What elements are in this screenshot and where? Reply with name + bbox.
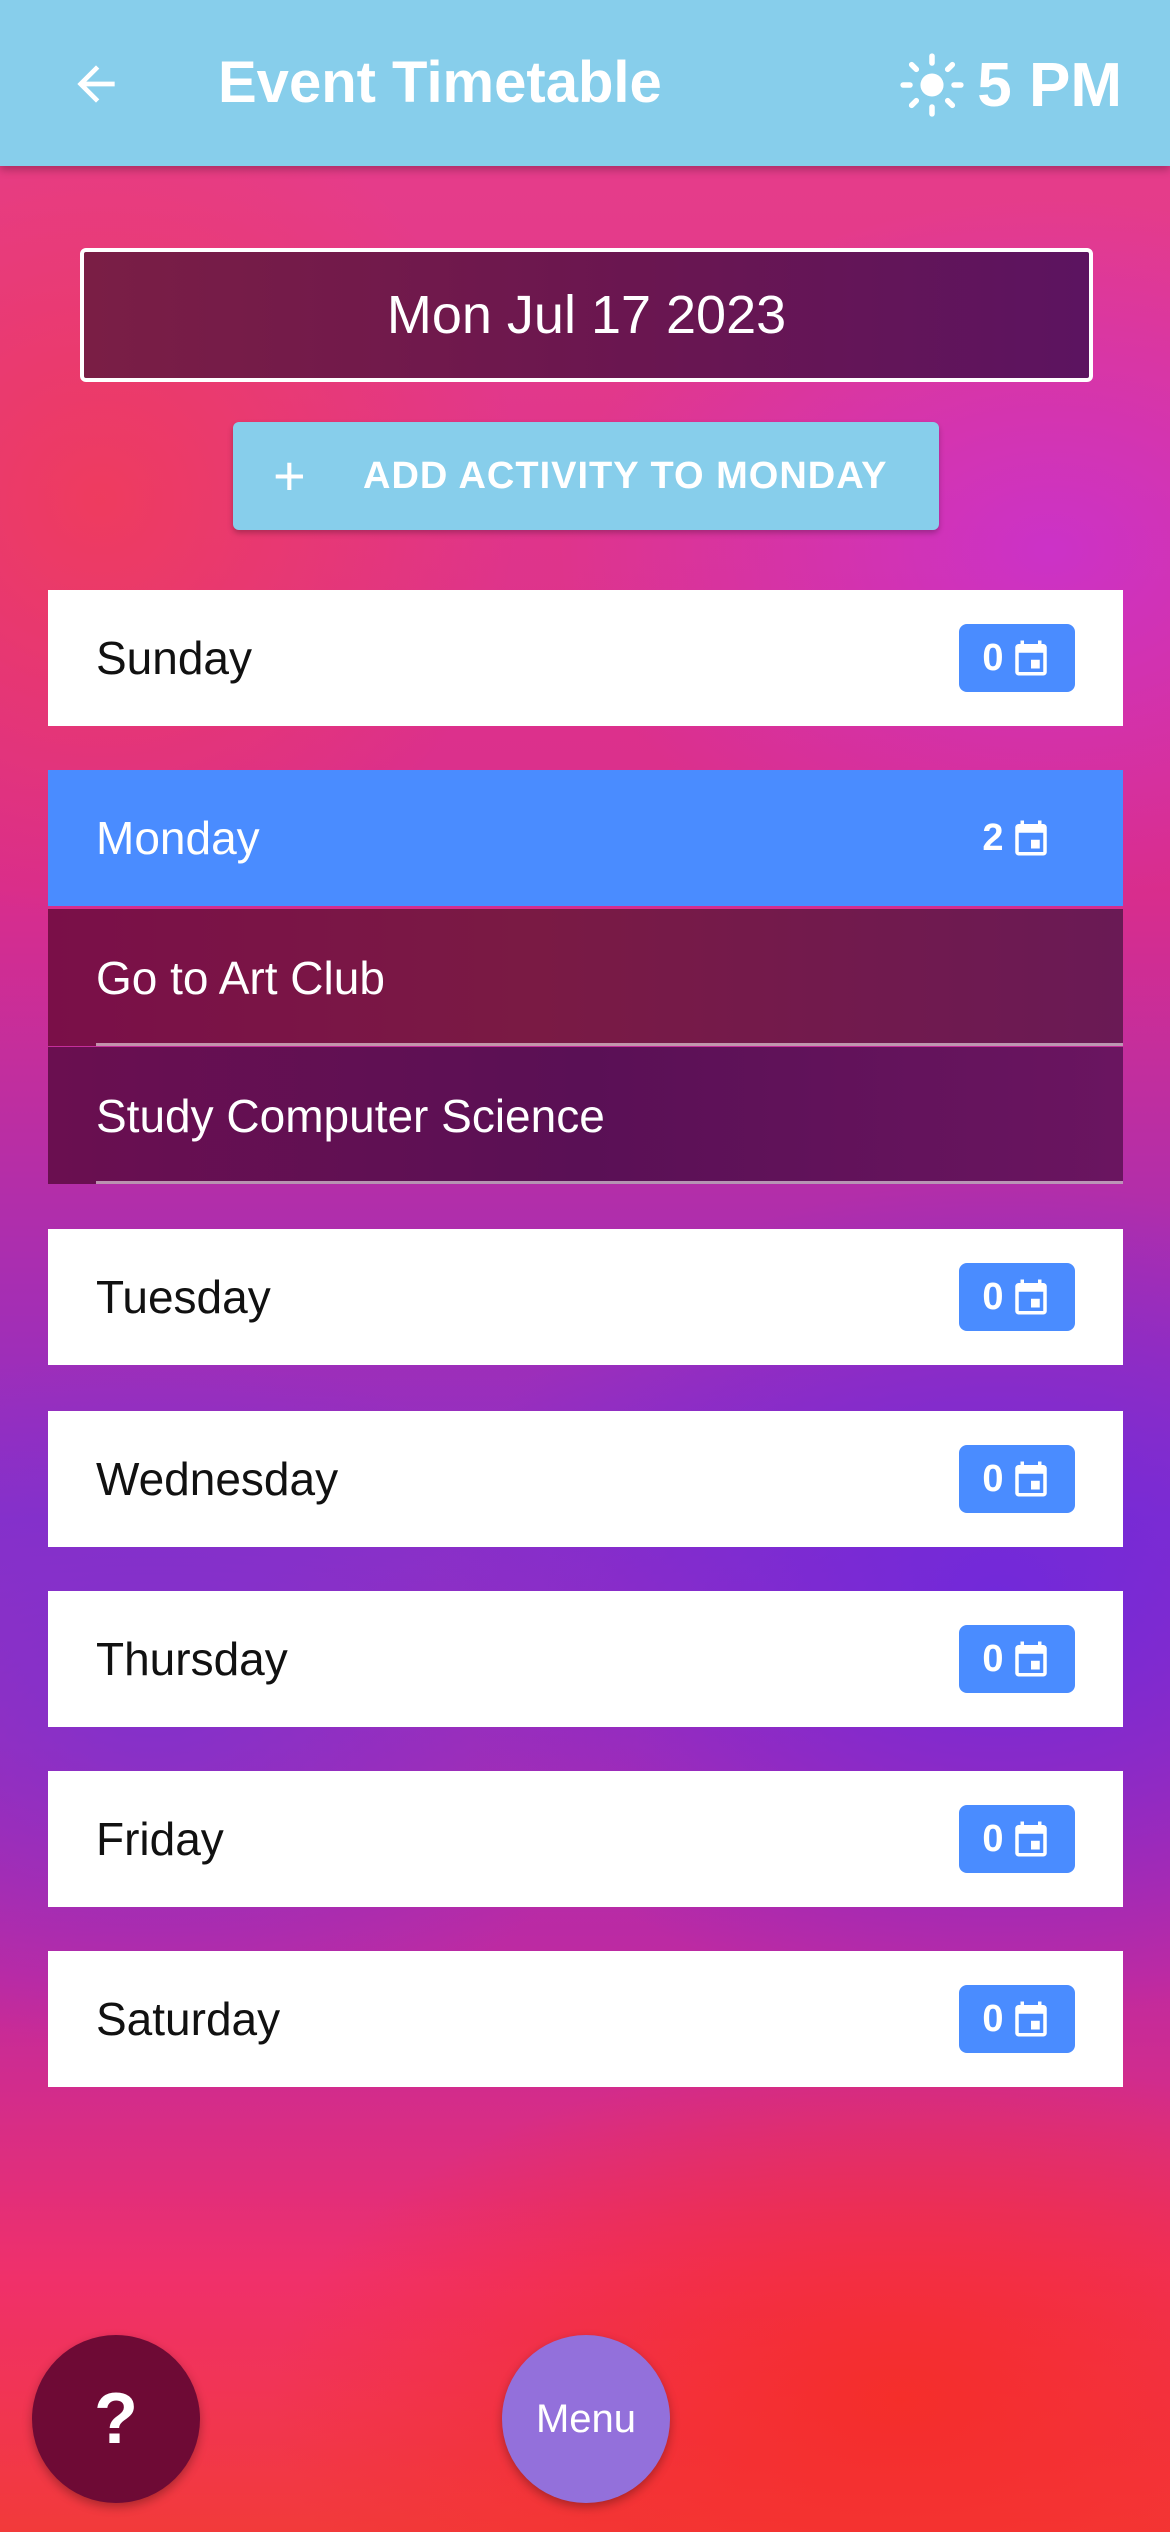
activity-count-badge: 0 (959, 624, 1075, 692)
calendar-icon (1014, 1461, 1047, 1497)
day-row-tuesday[interactable]: Tuesday 0 (48, 1229, 1123, 1365)
activity-label: Study Computer Science (96, 1089, 605, 1142)
day-label: Friday (96, 1813, 224, 1865)
activity-count: 0 (982, 636, 1004, 679)
activity-count-badge: 0 (959, 1805, 1075, 1873)
day-label: Saturday (96, 1993, 281, 2045)
day-label: Tuesday (96, 1271, 271, 1323)
weather-indicator: 5 PM (899, 40, 1122, 130)
sun-icon (900, 53, 964, 117)
day-label: Sunday (96, 632, 253, 684)
day-label: Thursday (96, 1633, 288, 1685)
app-bar: Event Timetable 5 PM (0, 0, 1170, 166)
arrow-left-icon (77, 65, 115, 103)
weather-time: 5 PM (977, 50, 1122, 120)
day-label: Wednesday (96, 1453, 339, 1505)
activity-item[interactable]: Study Computer Science (48, 1047, 1123, 1184)
day-row-sunday[interactable]: Sunday 0 (48, 590, 1123, 726)
day-row-wednesday[interactable]: Wednesday 0 (48, 1411, 1123, 1547)
day-row-saturday[interactable]: Saturday 0 (48, 1951, 1123, 2087)
activity-label: Go to Art Club (96, 951, 385, 1004)
activity-count-badge: 0 (959, 1985, 1075, 2053)
activity-count: 0 (982, 1817, 1004, 1860)
menu-button[interactable]: Menu (502, 2335, 670, 2503)
activity-count: 0 (982, 1997, 1004, 2040)
page-title: Event Timetable (218, 50, 662, 115)
activity-count-badge: 2 (959, 804, 1075, 872)
date-selector[interactable]: Mon Jul 17 2023 (80, 248, 1093, 382)
day-label: Monday (96, 812, 260, 864)
activity-count-badge: 0 (959, 1625, 1075, 1693)
divider (96, 1043, 1123, 1046)
activity-count-badge: 0 (959, 1263, 1075, 1331)
calendar-icon (1014, 820, 1047, 856)
activity-count: 2 (982, 816, 1004, 859)
day-row-monday[interactable]: Monday 2 (48, 770, 1123, 906)
calendar-icon (1014, 1821, 1047, 1857)
activity-count: 0 (982, 1457, 1004, 1500)
calendar-icon (1014, 1279, 1047, 1315)
activity-item[interactable]: Go to Art Club (48, 909, 1123, 1046)
add-activity-button[interactable]: + ADD ACTIVITY TO MONDAY (233, 422, 939, 530)
back-button[interactable] (56, 44, 136, 124)
help-button[interactable]: ? (32, 2335, 200, 2503)
calendar-icon (1014, 640, 1047, 676)
day-row-thursday[interactable]: Thursday 0 (48, 1591, 1123, 1727)
add-activity-label: ADD ACTIVITY TO MONDAY (363, 454, 888, 497)
divider (96, 1181, 1123, 1184)
calendar-icon (1014, 2001, 1047, 2037)
plus-icon: + (273, 444, 307, 507)
day-row-friday[interactable]: Friday 0 (48, 1771, 1123, 1907)
activity-count: 0 (982, 1275, 1004, 1318)
activity-count-badge: 0 (959, 1445, 1075, 1513)
calendar-icon (1014, 1641, 1047, 1677)
activity-count: 0 (982, 1637, 1004, 1680)
